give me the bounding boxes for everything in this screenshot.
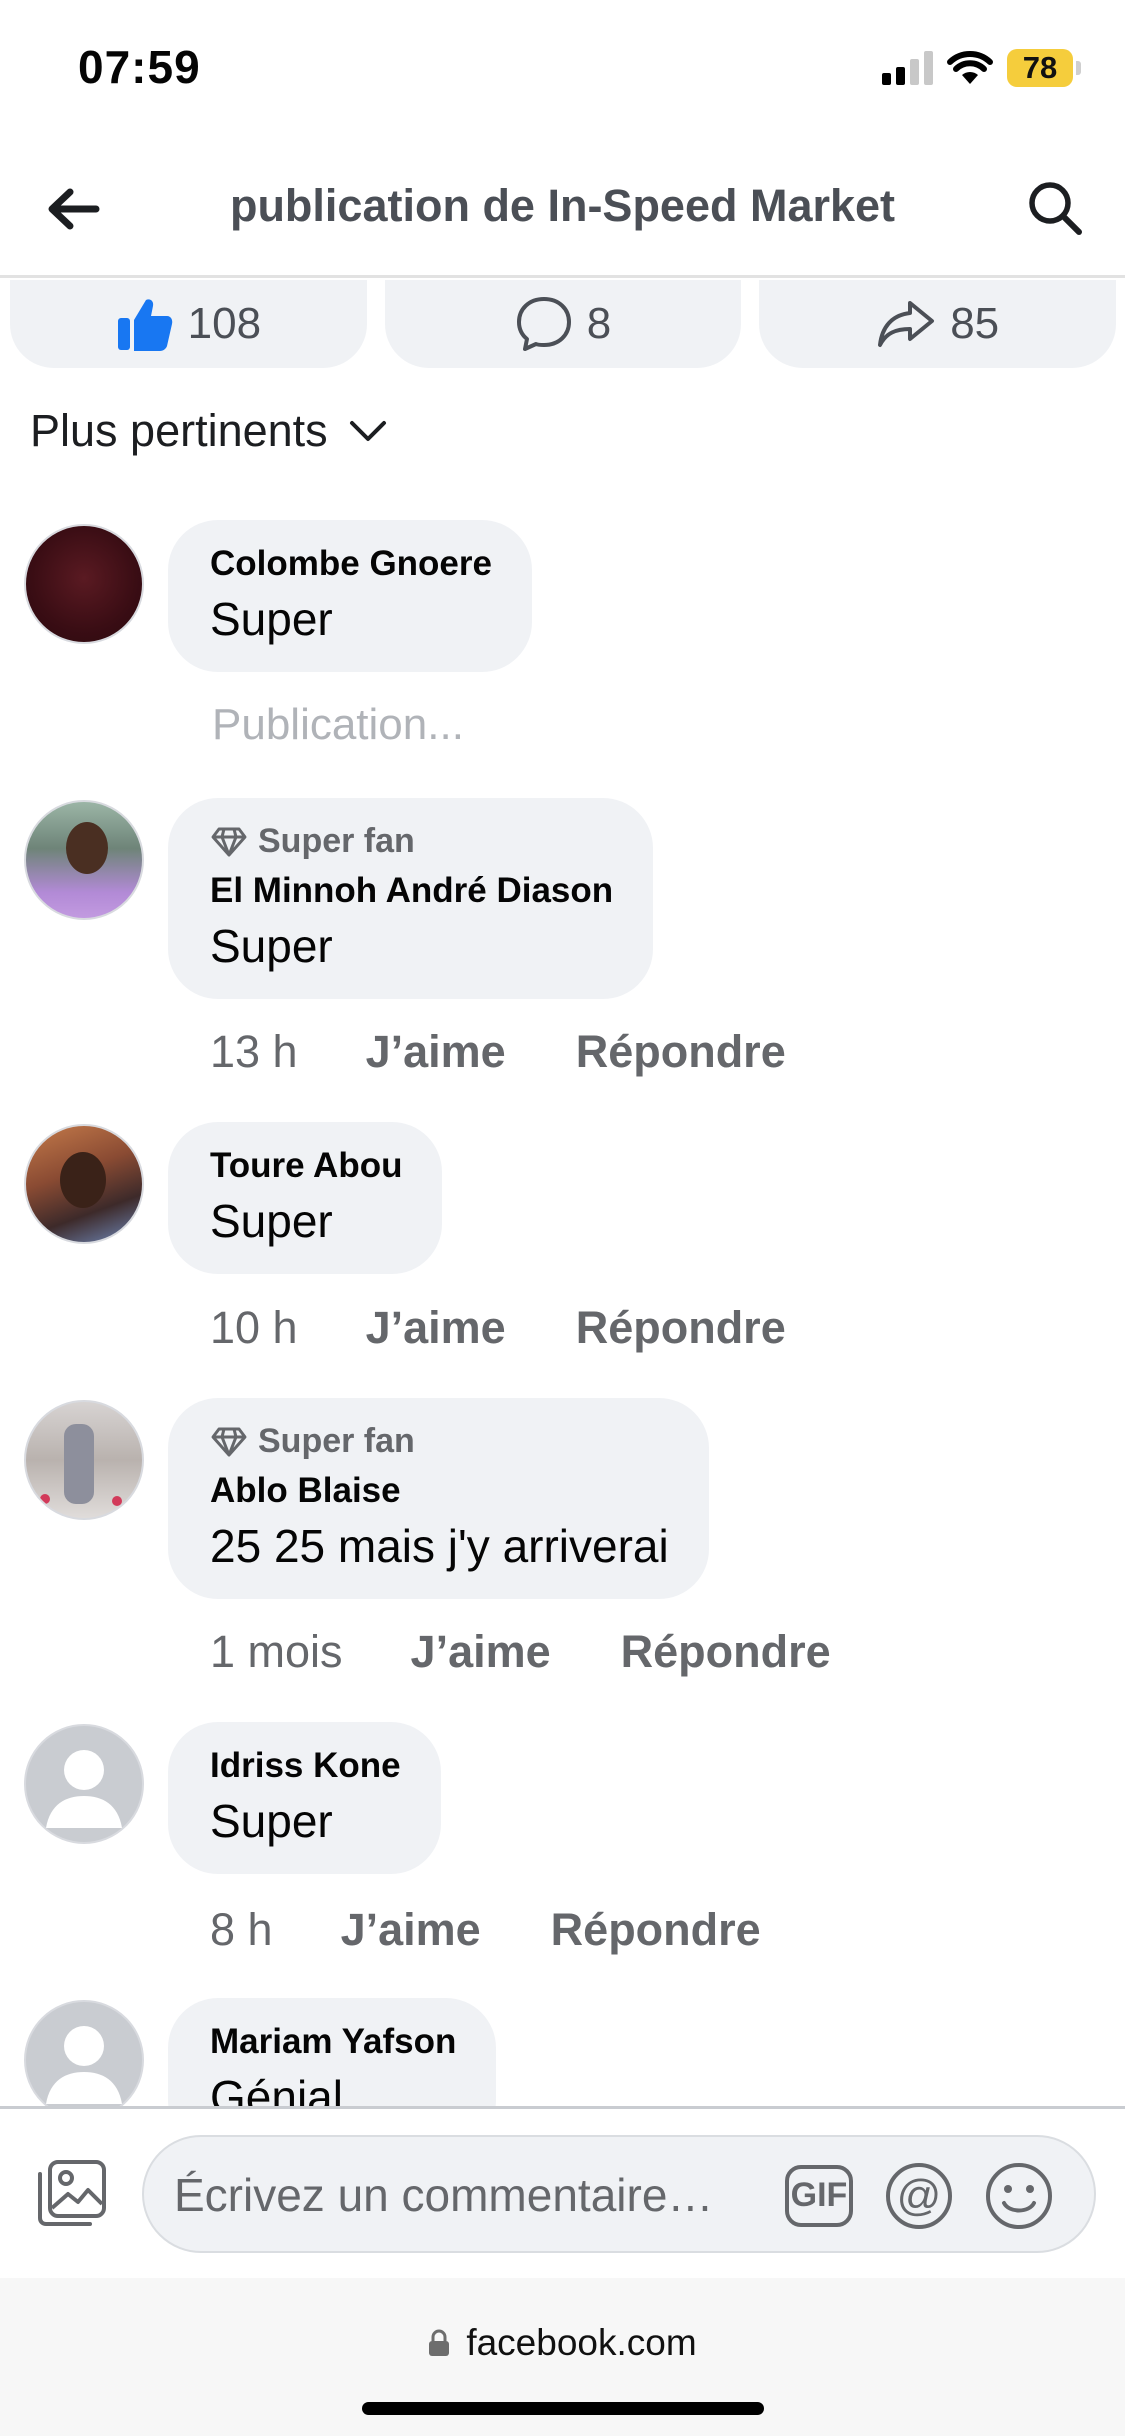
badge-label: Super fan (258, 822, 415, 860)
commenter-name[interactable]: El Minnoh André Diason (210, 871, 613, 911)
comment-meta: 10 h J’aime Répondre (210, 1302, 786, 1354)
comment-bubble[interactable]: Super fan El Minnoh André Diason Super (168, 798, 654, 999)
battery-indicator: 78 (1007, 49, 1081, 87)
avatar[interactable] (24, 2000, 144, 2106)
comment-bubble[interactable]: Super fan Ablo Blaise 25 25 mais j'y arr… (168, 1398, 709, 1599)
gif-button[interactable]: GIF (782, 2159, 856, 2233)
commenter-name[interactable]: Mariam Yafson (210, 2022, 456, 2062)
page-header: publication de In-Speed Market (0, 140, 1125, 278)
mention-button[interactable]: @ (882, 2159, 956, 2233)
chevron-down-icon (349, 421, 386, 441)
comment-bubble[interactable]: Idriss Kone Super (168, 1722, 441, 1874)
post-actions-bar: 108 8 85 (10, 280, 1117, 370)
reply-button[interactable]: Répondre (621, 1626, 831, 1678)
avatar[interactable] (24, 524, 144, 644)
commenter-name[interactable]: Colombe Gnoere (210, 544, 492, 584)
reply-button[interactable]: Répondre (551, 1904, 761, 1956)
comment-time: 13 h (210, 1026, 298, 1077)
super-fan-badge: Super fan (210, 1422, 669, 1461)
default-user-icon (46, 2026, 122, 2104)
comment-button[interactable]: 8 (384, 280, 742, 368)
sort-label: Plus pertinents (30, 405, 328, 456)
comment-input[interactable] (174, 2155, 794, 2235)
like-comment-button[interactable]: J’aime (411, 1626, 551, 1678)
commenter-name[interactable]: Idriss Kone (210, 1746, 401, 1786)
comment-text: Super (210, 920, 333, 972)
status-bar: 07:59 78 (0, 0, 1125, 140)
comment-text: Génial (210, 2071, 343, 2106)
reply-button[interactable]: Répondre (576, 1302, 786, 1354)
comment-bubble[interactable]: Colombe Gnoere Super (168, 520, 532, 672)
share-button[interactable]: 85 (759, 280, 1117, 368)
mention-label: @ (896, 2171, 942, 2220)
comment-meta: 1 mois J’aime Répondre (210, 1626, 831, 1678)
comment-item: Idriss Kone Super 8 h J’aime Répondre (0, 1722, 1125, 1955)
share-count: 85 (950, 299, 1000, 348)
diamond-icon (211, 1427, 247, 1456)
comment-input-field[interactable]: GIF @ (142, 2135, 1096, 2253)
search-button[interactable] (1017, 170, 1093, 246)
comment-time: 8 h (210, 1904, 273, 1955)
battery-level: 78 (1007, 49, 1073, 87)
comment-bubble-icon (516, 297, 571, 351)
comment-bubble[interactable]: Toure Abou Super (168, 1122, 443, 1274)
status-time: 07:59 (78, 41, 201, 93)
commenter-name[interactable]: Toure Abou (210, 1146, 402, 1186)
commenter-name[interactable]: Ablo Blaise (210, 1471, 669, 1511)
comment-count: 8 (586, 299, 612, 348)
url-text: facebook.com (466, 2322, 697, 2363)
super-fan-badge: Super fan (210, 822, 613, 861)
comment-meta: 8 h J’aime Répondre (210, 1904, 761, 1956)
comment-item: Mariam Yafson Génial (0, 1998, 1125, 2106)
avatar[interactable] (24, 1124, 144, 1244)
avatar[interactable] (24, 1400, 144, 1520)
browser-url-bar: facebook.com (0, 2278, 1125, 2436)
like-comment-button[interactable]: J’aime (341, 1904, 481, 1956)
comment-bubble[interactable]: Mariam Yafson Génial (168, 1998, 497, 2106)
comment-text: Super (210, 1795, 333, 1847)
comment-text: Super (210, 1195, 333, 1247)
share-arrow-icon (878, 301, 935, 347)
page-title: publication de In-Speed Market (229, 180, 896, 231)
like-count: 108 (187, 299, 262, 348)
comment-time: 1 mois (210, 1626, 343, 1677)
smiley-icon (986, 2163, 1052, 2229)
sort-selector[interactable]: Plus pertinents (30, 405, 388, 457)
comment-meta: 13 h J’aime Répondre (210, 1026, 786, 1078)
reply-button[interactable]: Répondre (576, 1026, 786, 1078)
comment-text: 25 25 mais j'y arriverai (210, 1520, 669, 1572)
cellular-signal-icon (882, 51, 933, 85)
thumbs-up-icon (117, 299, 172, 351)
badge-label: Super fan (258, 1422, 415, 1460)
like-comment-button[interactable]: J’aime (366, 1302, 506, 1354)
home-indicator[interactable] (362, 2402, 764, 2415)
like-button[interactable]: 108 (10, 280, 367, 368)
default-user-icon (46, 1750, 122, 1828)
comment-composer: GIF @ (0, 2106, 1125, 2278)
publishing-status: Publication... (212, 700, 464, 749)
gif-label: GIF (790, 2176, 848, 2214)
wifi-icon (947, 51, 993, 84)
comment-time: 10 h (210, 1302, 298, 1353)
emoji-button[interactable] (982, 2159, 1056, 2233)
status-icons: 78 (882, 46, 1081, 90)
comment-text: Super (210, 593, 333, 645)
lock-icon (429, 2329, 450, 2356)
photo-icon (38, 2160, 106, 2226)
avatar[interactable] (24, 1724, 144, 1844)
diamond-icon (211, 827, 247, 856)
avatar[interactable] (24, 800, 144, 920)
search-icon (1029, 182, 1082, 235)
add-photo-button[interactable] (34, 2155, 110, 2231)
url-display[interactable]: facebook.com (0, 2322, 1125, 2364)
like-comment-button[interactable]: J’aime (366, 1026, 506, 1078)
